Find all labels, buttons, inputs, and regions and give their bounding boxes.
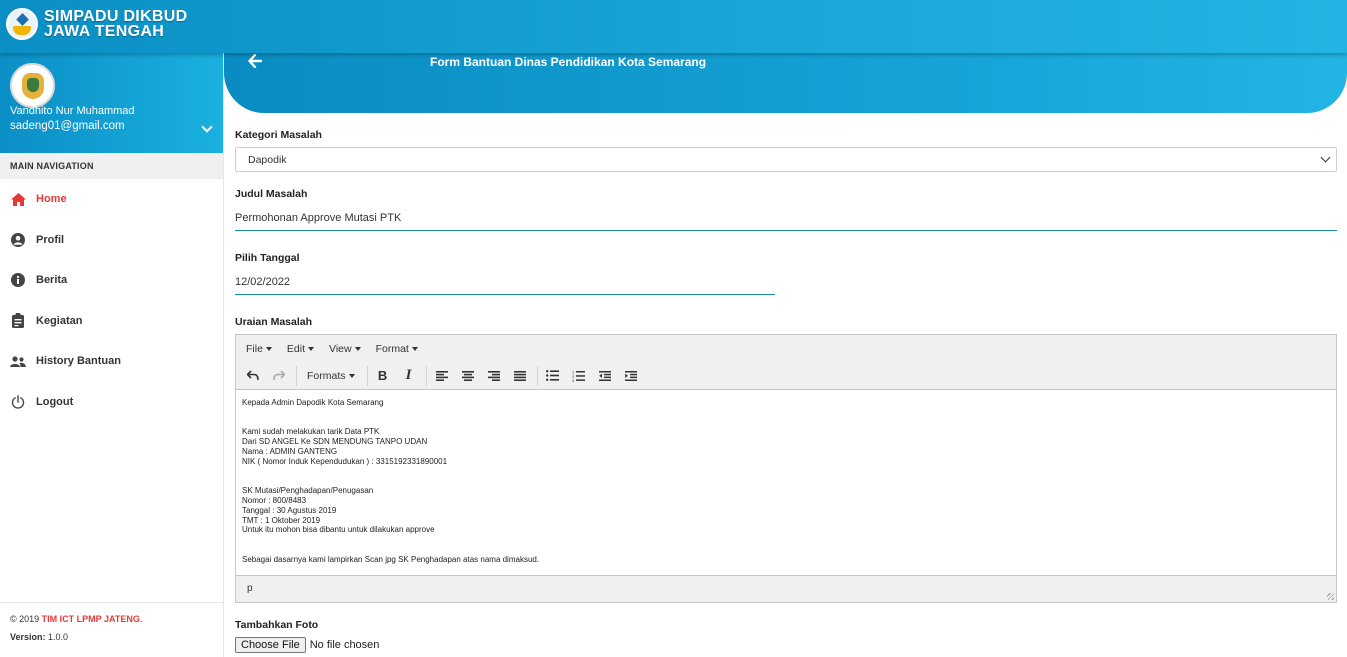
- numbered-list-icon[interactable]: 123: [568, 366, 590, 386]
- caret-down-icon: [354, 346, 361, 351]
- editor-content[interactable]: Kepada Admin Dapodik Kota Semarang Kami …: [236, 390, 1336, 575]
- user-name: Vandhito Nur Muhammad: [10, 105, 135, 117]
- content-line: Nomor : 800/8483: [242, 495, 307, 505]
- toolbar-divider: [296, 365, 297, 386]
- align-right-icon[interactable]: [483, 366, 505, 386]
- caret-down-icon: [348, 373, 355, 378]
- sidebar-item-label: Home: [36, 193, 67, 206]
- content-line: Nama : ADMIN GANTENG: [242, 446, 338, 456]
- info-icon: [10, 272, 26, 288]
- content-line: Kepada Admin Dapodik Kota Semarang: [242, 398, 384, 407]
- chevron-down-icon[interactable]: [201, 121, 213, 133]
- users-icon: [10, 353, 26, 369]
- top-header: SIMPADU DIKBUD JAWA TENGAH: [0, 0, 1347, 53]
- sidebar-item-kegiatan[interactable]: Kegiatan: [0, 301, 223, 342]
- sidebar-item-label: Kegiatan: [36, 314, 83, 327]
- arrow-left-icon[interactable]: [248, 53, 264, 70]
- brand-line-1: SIMPADU DIKBUD: [44, 8, 188, 25]
- sidebar-item-home[interactable]: Home: [0, 179, 223, 220]
- menu-view[interactable]: View: [329, 343, 361, 355]
- kategori-select[interactable]: Dapodik: [235, 147, 1337, 172]
- caret-down-icon: [411, 346, 418, 351]
- foto-label: Tambahkan Foto: [235, 619, 319, 631]
- editor-toolbar: Formats B I 123: [236, 362, 1336, 390]
- toolbar-divider: [536, 365, 538, 386]
- content-line: Untuk itu mohon bisa dibantu untuk dilak…: [242, 525, 435, 535]
- content-line: TMT : 1 Oktober 2019: [242, 515, 321, 525]
- align-left-icon[interactable]: [431, 366, 453, 386]
- editor-menubar: File Edit View Format: [236, 335, 1336, 362]
- toolbar-divider: [366, 365, 368, 386]
- caret-down-icon: [265, 346, 272, 351]
- user-circle-icon: [10, 232, 26, 248]
- svg-text:3: 3: [572, 378, 575, 382]
- align-center-icon[interactable]: [457, 366, 479, 386]
- file-upload: Choose File No file chosen: [235, 637, 379, 653]
- caret-down-icon: [308, 346, 315, 351]
- brand-line-2: JAWA TENGAH: [44, 23, 165, 40]
- sidebar-item-label: History Bantuan: [36, 355, 121, 368]
- content-line: Tanggal : 30 Agustus 2019: [242, 505, 337, 515]
- sidebar-item-history-bantuan[interactable]: History Bantuan: [0, 341, 223, 382]
- menu-edit[interactable]: Edit: [287, 343, 315, 355]
- menu-file[interactable]: File: [246, 343, 272, 355]
- content-line: NIK ( Nomor Induk Kependudukan ) : 33151…: [242, 456, 448, 466]
- avatar: [10, 63, 55, 108]
- italic-icon[interactable]: I: [398, 366, 420, 386]
- indent-icon[interactable]: [620, 366, 642, 386]
- org-link[interactable]: TIM ICT LPMP JATENG: [42, 614, 140, 624]
- home-icon: [10, 191, 26, 207]
- copyright: © 2019 TIM ICT LPMP JATENG.: [10, 614, 143, 624]
- chevron-down-icon: [1320, 152, 1331, 163]
- content-line: Dari SD ANGEL Ke SDN MENDUNG TANPO UDAN: [242, 437, 428, 447]
- sidebar-item-berita[interactable]: Berita: [0, 260, 223, 301]
- nav-header: MAIN NAVIGATION: [0, 153, 223, 179]
- element-path[interactable]: p: [247, 583, 253, 594]
- content-line: Kami sudah melakukan tarik Data PTK: [242, 427, 380, 437]
- tut-wuri-logo-icon: [6, 8, 38, 40]
- toolbar-divider: [425, 365, 427, 386]
- bold-icon[interactable]: B: [372, 366, 394, 386]
- brand-title: SIMPADU DIKBUD JAWA TENGAH: [44, 8, 188, 40]
- judul-label: Judul Masalah: [235, 188, 308, 200]
- tanggal-label: Pilih Tanggal: [235, 252, 300, 264]
- sidebar-item-label: Profil: [36, 233, 65, 246]
- uraian-label: Uraian Masalah: [235, 316, 313, 328]
- sidebar-item-label: Berita: [36, 274, 68, 287]
- sidebar-item-label: Logout: [36, 395, 74, 408]
- user-email: sadeng01@gmail.com: [10, 120, 125, 132]
- judul-input[interactable]: Permohonan Approve Mutasi PTK: [235, 212, 1337, 231]
- sidebar: Vandhito Nur Muhammad sadeng01@gmail.com…: [0, 53, 224, 657]
- content-line: SK Mutasi/Penghadapan/Penugasan: [242, 486, 374, 496]
- sidebar-item-profil[interactable]: Profil: [0, 220, 223, 261]
- version: Version: 1.0.0: [10, 632, 69, 642]
- tanggal-input[interactable]: 12/02/2022: [235, 276, 775, 295]
- choose-file-button[interactable]: Choose File: [235, 637, 306, 653]
- file-status: No file chosen: [309, 639, 380, 651]
- align-justify-icon[interactable]: [509, 366, 531, 386]
- page-banner: Form Bantuan Dinas Pendidikan Kota Semar…: [224, 46, 1347, 113]
- bullet-list-icon[interactable]: [542, 366, 564, 386]
- kategori-label: Kategori Masalah: [235, 129, 322, 141]
- power-icon: [10, 394, 26, 410]
- resize-handle-icon[interactable]: [1327, 593, 1334, 600]
- formats-dropdown[interactable]: Formats: [301, 370, 361, 382]
- clipboard-icon: [10, 313, 26, 329]
- sidebar-item-logout[interactable]: Logout: [0, 382, 223, 423]
- page-title: Form Bantuan Dinas Pendidikan Kota Semar…: [430, 55, 707, 69]
- menu-format[interactable]: Format: [376, 343, 418, 355]
- content-line: Sebagai dasarnya kami lampirkan Scan jpg…: [242, 554, 540, 564]
- sidebar-footer: © 2019 TIM ICT LPMP JATENG. Version: 1.0…: [0, 602, 224, 657]
- rich-text-editor: File Edit View Format Formats B I 1 2 3 …: [235, 334, 1337, 603]
- kategori-selected-value: Dapodik: [248, 154, 287, 166]
- editor-statusbar: p: [236, 575, 1336, 602]
- user-panel: Vandhito Nur Muhammad sadeng01@gmail.com: [0, 53, 223, 153]
- outdent-icon[interactable]: [594, 366, 616, 386]
- undo-icon[interactable]: [242, 366, 264, 386]
- brand[interactable]: SIMPADU DIKBUD JAWA TENGAH: [6, 8, 187, 40]
- redo-icon[interactable]: [268, 366, 290, 386]
